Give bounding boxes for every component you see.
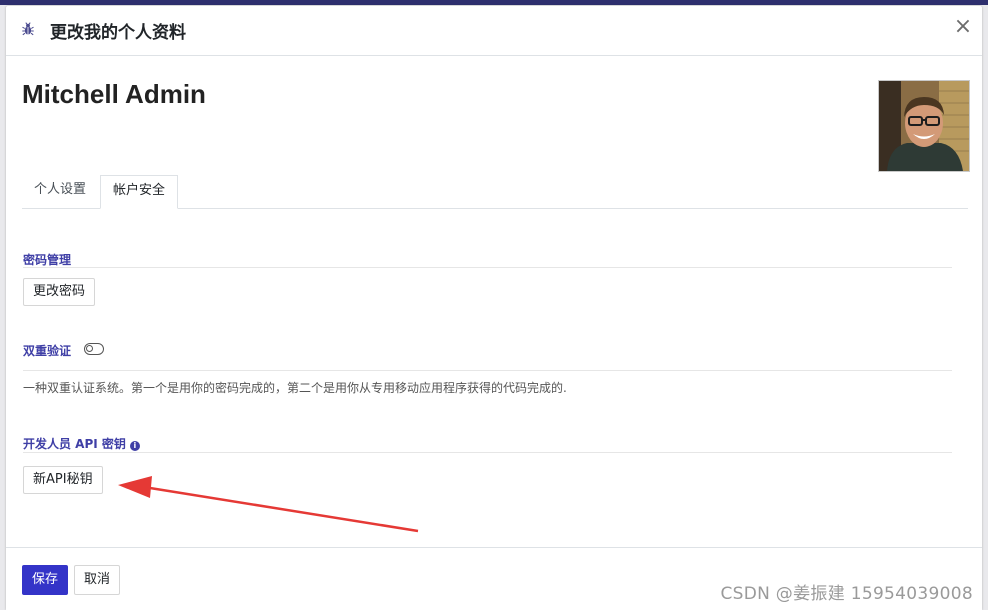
divider [23, 267, 952, 268]
divider [23, 370, 952, 371]
dialog-header: 更改我的个人资料 × [6, 6, 982, 56]
cancel-button[interactable]: 取消 [74, 565, 120, 595]
change-password-button[interactable]: 更改密码 [23, 278, 96, 306]
user-name-heading: Mitchell Admin [22, 79, 206, 109]
avatar-photo [879, 81, 969, 171]
two-factor-section-title: 双重验证 [23, 344, 72, 358]
avatar[interactable] [878, 80, 970, 172]
dialog-title: 更改我的个人资料 [50, 23, 186, 43]
top-navbar-strip [0, 0, 988, 5]
profile-dialog: 更改我的个人资料 × Mitchell Admin 个人设置 帐户安全 密码管理 [6, 6, 982, 610]
password-section-title: 密码管理 [23, 253, 72, 267]
info-icon[interactable]: i [129, 441, 140, 451]
two-factor-toggle[interactable] [84, 343, 104, 355]
divider [23, 452, 952, 453]
new-api-key-button[interactable]: 新API秘钥 [23, 466, 103, 494]
bug-icon [22, 22, 34, 36]
save-button[interactable]: 保存 [22, 565, 68, 595]
close-button[interactable]: × [952, 15, 974, 41]
toggle-knob [86, 345, 93, 352]
api-keys-section-title: 开发人员 API 密钥 i [23, 435, 140, 452]
tab-account-security[interactable]: 帐户安全 [100, 175, 178, 209]
csdn-watermark: CSDN @姜振建 15954039008 [720, 584, 973, 604]
profile-tabs: 个人设置 帐户安全 [22, 175, 968, 209]
tab-personal-settings[interactable]: 个人设置 [22, 175, 100, 208]
api-keys-title-text: 开发人员 API 密钥 [23, 437, 126, 451]
two-factor-description: 一种双重认证系统。第一个是用你的密码完成的，第二个是用你从专用移动应用程序获得的… [23, 381, 567, 395]
